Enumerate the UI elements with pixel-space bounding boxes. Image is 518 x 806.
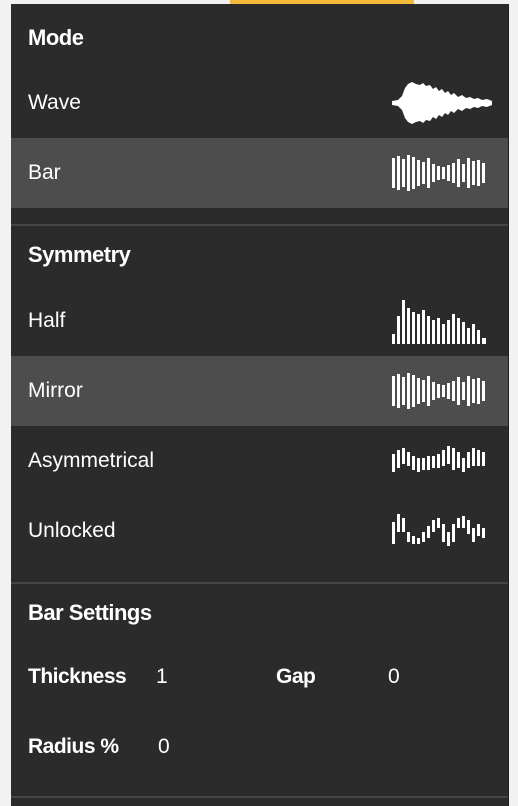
symmetry-option-label: Half	[28, 309, 66, 332]
radius-row: Radius % 0	[11, 712, 508, 782]
gap-label: Gap	[276, 665, 316, 688]
half-bars-icon	[388, 293, 492, 349]
section-divider	[11, 796, 508, 798]
thickness-value[interactable]: 1	[156, 665, 276, 689]
waveform-settings-panel: Mode Wave Bar Symmetry Half Mirror Asymm…	[11, 4, 509, 806]
radius-label: Radius %	[28, 735, 119, 758]
symmetry-option-half[interactable]: Half	[11, 286, 508, 356]
thickness-gap-row: Thickness 1 Gap 0	[11, 642, 508, 712]
symmetry-option-unlocked[interactable]: Unlocked	[11, 496, 508, 566]
bar-settings-section: Bar Settings Thickness 1 Gap 0 Radius % …	[11, 584, 508, 782]
thickness-label: Thickness	[28, 665, 127, 688]
wave-waveform-icon	[388, 75, 492, 131]
mode-section-title: Mode	[28, 25, 84, 50]
mode-option-bar[interactable]: Bar	[11, 138, 508, 208]
symmetry-section: Symmetry Half Mirror Asymmetrical Unlock…	[11, 226, 508, 566]
mode-option-label: Wave	[28, 91, 81, 114]
symmetry-option-label: Mirror	[28, 379, 83, 402]
unlocked-bars-icon	[388, 503, 492, 559]
gap-value[interactable]: 0	[388, 665, 400, 689]
symmetry-option-mirror[interactable]: Mirror	[11, 356, 508, 426]
symmetry-option-asymmetrical[interactable]: Asymmetrical	[11, 426, 508, 496]
symmetry-option-label: Asymmetrical	[28, 449, 155, 472]
symmetry-section-title: Symmetry	[28, 242, 131, 267]
mode-option-wave[interactable]: Wave	[11, 68, 508, 138]
bar-waveform-icon	[388, 145, 492, 201]
asymmetrical-bars-icon	[388, 433, 492, 489]
radius-value[interactable]: 0	[158, 735, 170, 759]
symmetry-option-label: Unlocked	[28, 519, 116, 542]
mode-option-label: Bar	[28, 161, 61, 184]
bar-settings-section-title: Bar Settings	[28, 600, 152, 625]
mirror-bars-icon	[388, 363, 492, 419]
mode-section: Mode Wave Bar	[11, 4, 508, 208]
